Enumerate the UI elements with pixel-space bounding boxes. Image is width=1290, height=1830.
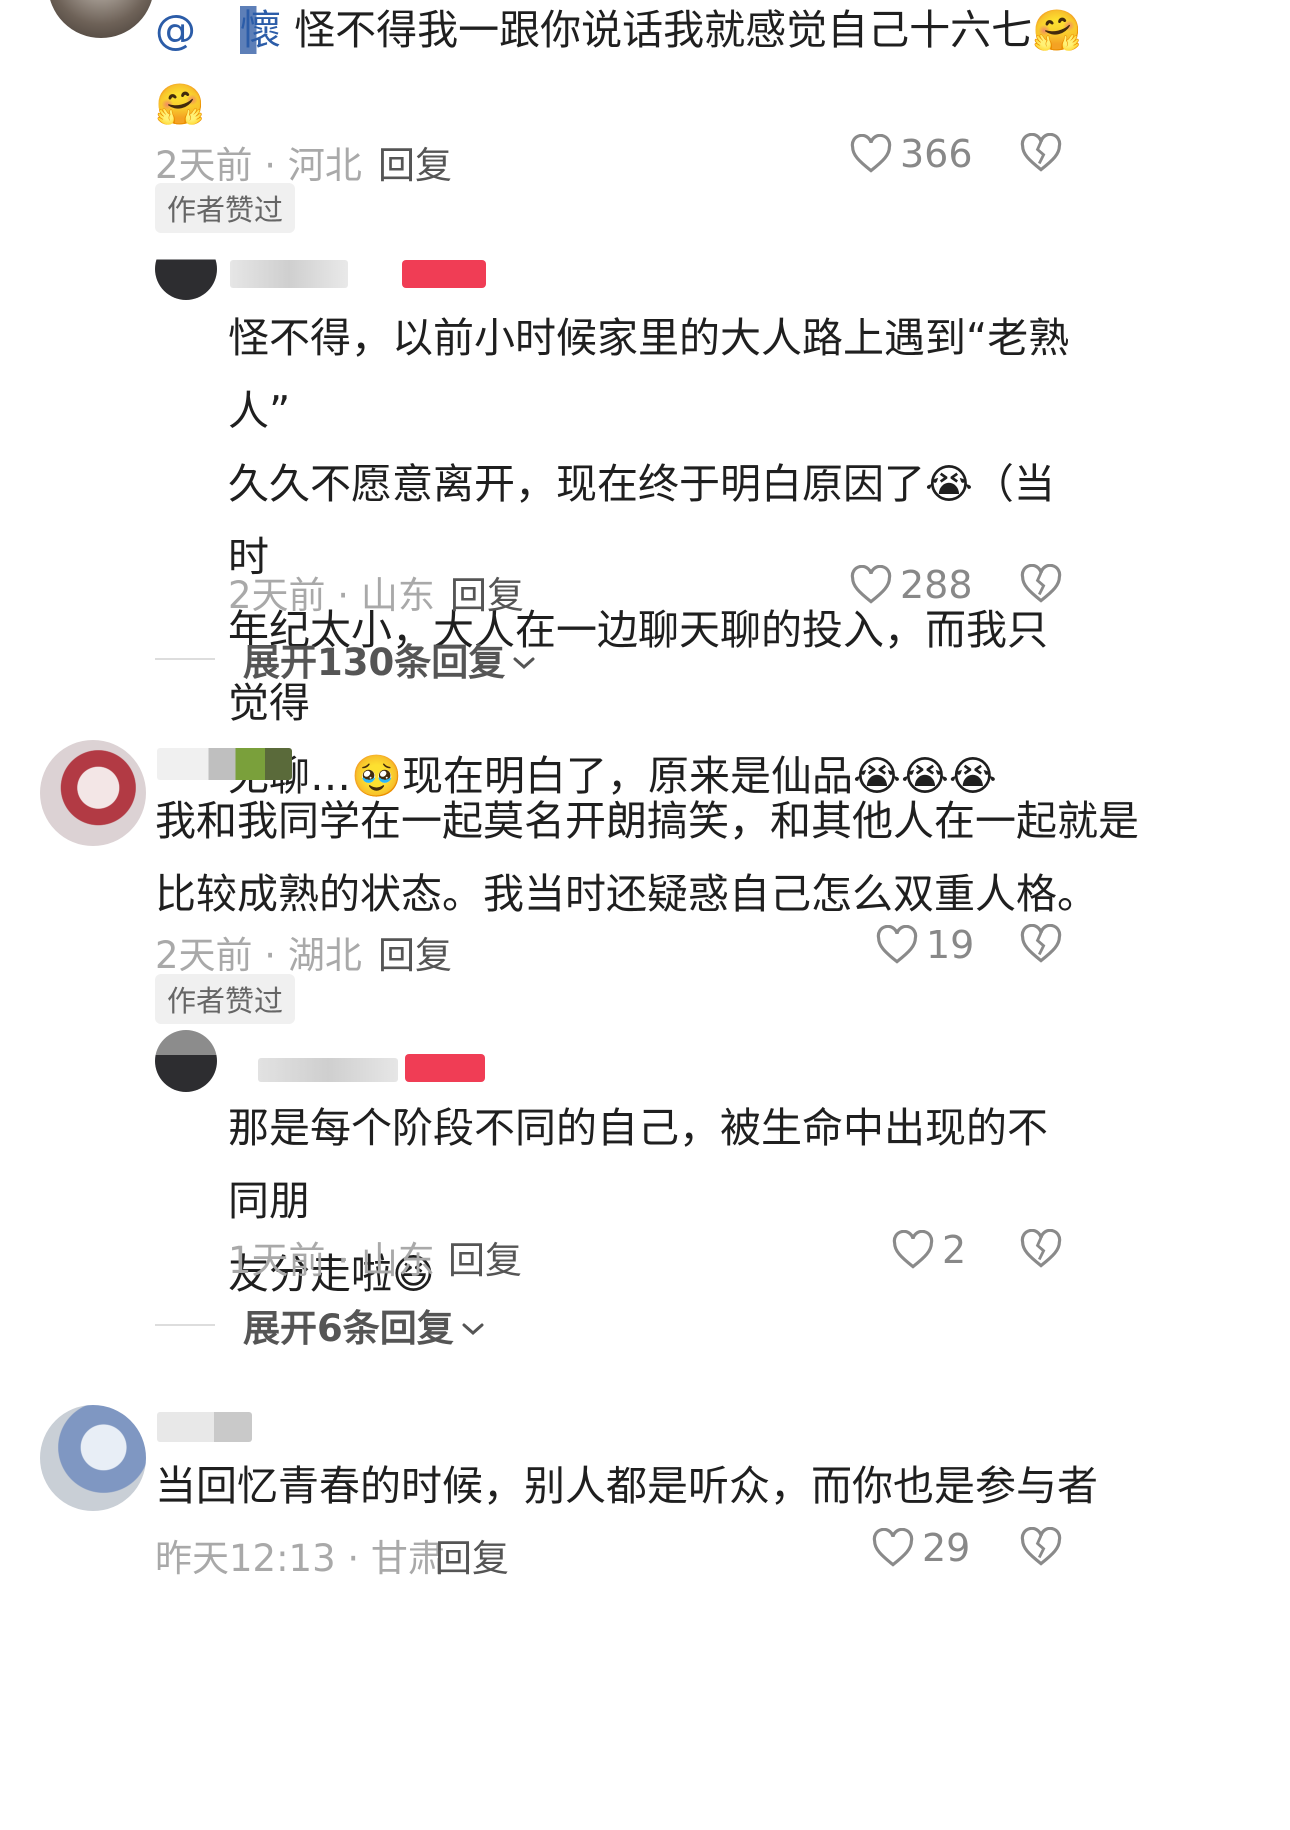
like-count: 29 bbox=[922, 1526, 971, 1570]
expand-replies-button[interactable]: 展开6条回复 bbox=[155, 1298, 486, 1352]
reply-button[interactable]: 回复 bbox=[435, 1528, 509, 1582]
like-button[interactable]: 366 bbox=[850, 132, 973, 176]
author-liked-badge: 作者赞过 bbox=[155, 974, 296, 1024]
heart-outline-icon bbox=[850, 565, 892, 605]
avatar[interactable] bbox=[40, 1405, 146, 1511]
author-liked-badge: 作者赞过 bbox=[155, 183, 296, 233]
divider bbox=[155, 1324, 215, 1326]
reply-button[interactable]: 回复 bbox=[378, 925, 452, 979]
avatar[interactable] bbox=[155, 1030, 217, 1092]
broken-heart-icon bbox=[1020, 564, 1062, 604]
broken-heart-icon bbox=[1020, 1527, 1062, 1567]
username-blurred[interactable] bbox=[258, 1058, 398, 1082]
reply-button[interactable]: 回复 bbox=[448, 1230, 522, 1284]
like-button[interactable]: 288 bbox=[850, 563, 973, 607]
username-blurred[interactable] bbox=[157, 1412, 252, 1442]
username-blurred[interactable] bbox=[230, 260, 348, 288]
dislike-button[interactable] bbox=[1020, 564, 1062, 604]
mention-link[interactable]: @ bbox=[155, 6, 196, 54]
mention-name[interactable]: 懷 bbox=[240, 6, 282, 54]
dislike-button[interactable] bbox=[1020, 1527, 1062, 1567]
like-count: 366 bbox=[900, 132, 973, 176]
expand-replies-label: 展开6条回复 bbox=[243, 1307, 454, 1350]
heart-outline-icon bbox=[872, 1528, 914, 1568]
dislike-button[interactable] bbox=[1020, 924, 1062, 964]
comment-time-location: 昨天12:13 · 甘肃 bbox=[155, 1537, 445, 1580]
reply-time-location: 1天前 · 山东 bbox=[228, 1239, 435, 1282]
comment-text: @ 懷 怪不得我一跟你说话我就感觉自己十六七🤗 🤗 bbox=[155, 6, 1082, 128]
username-blurred[interactable] bbox=[157, 748, 292, 780]
reply-time-location: 2天前 · 山东 bbox=[228, 574, 435, 617]
comment-time-location: 2天前 · 湖北 bbox=[155, 934, 362, 977]
comment-text: 我和我同学在一起莫名开朗搞笑，和其他人在一起就是 比较成熟的状态。我当时还疑惑自… bbox=[155, 797, 1139, 918]
hug-emoji: 🤗 bbox=[1032, 8, 1082, 54]
expand-replies-button[interactable]: 展开130条回复 bbox=[155, 632, 537, 686]
like-count: 288 bbox=[900, 563, 973, 607]
heart-outline-icon bbox=[892, 1230, 934, 1270]
divider bbox=[155, 658, 215, 660]
avatar[interactable] bbox=[40, 740, 146, 846]
avatar[interactable] bbox=[48, 0, 154, 38]
comment-time-location: 2天前 · 河北 bbox=[155, 144, 362, 187]
chevron-down-icon bbox=[460, 1304, 486, 1347]
like-button[interactable]: 29 bbox=[872, 1526, 970, 1570]
heart-outline-icon bbox=[850, 134, 892, 174]
reply-button[interactable]: 回复 bbox=[378, 135, 452, 189]
author-tag bbox=[405, 1054, 485, 1082]
heart-outline-icon bbox=[876, 925, 918, 965]
broken-heart-icon bbox=[1020, 133, 1062, 173]
like-button[interactable]: 19 bbox=[876, 923, 974, 967]
chevron-down-icon bbox=[511, 638, 537, 681]
dislike-button[interactable] bbox=[1020, 133, 1062, 173]
broken-heart-icon bbox=[1020, 924, 1062, 964]
avatar[interactable] bbox=[155, 238, 217, 300]
comment-text: 当回忆青春的时候，别人都是听众，而你也是参与者 bbox=[155, 1462, 1098, 1510]
like-button[interactable]: 2 bbox=[892, 1228, 966, 1272]
broken-heart-icon bbox=[1020, 1229, 1062, 1269]
reply-text: 怪不得，以前小时候家里的大人路上遇到“老熟人” 久久不愿意离开，现在终于明白原因… bbox=[228, 314, 1070, 800]
reply-button[interactable]: 回复 bbox=[450, 565, 524, 619]
author-tag bbox=[402, 260, 486, 288]
like-count: 2 bbox=[942, 1228, 967, 1272]
like-count: 19 bbox=[926, 923, 975, 967]
expand-replies-label: 展开130条回复 bbox=[243, 641, 506, 684]
hug-emoji: 🤗 bbox=[155, 82, 205, 128]
dislike-button[interactable] bbox=[1020, 1229, 1062, 1269]
